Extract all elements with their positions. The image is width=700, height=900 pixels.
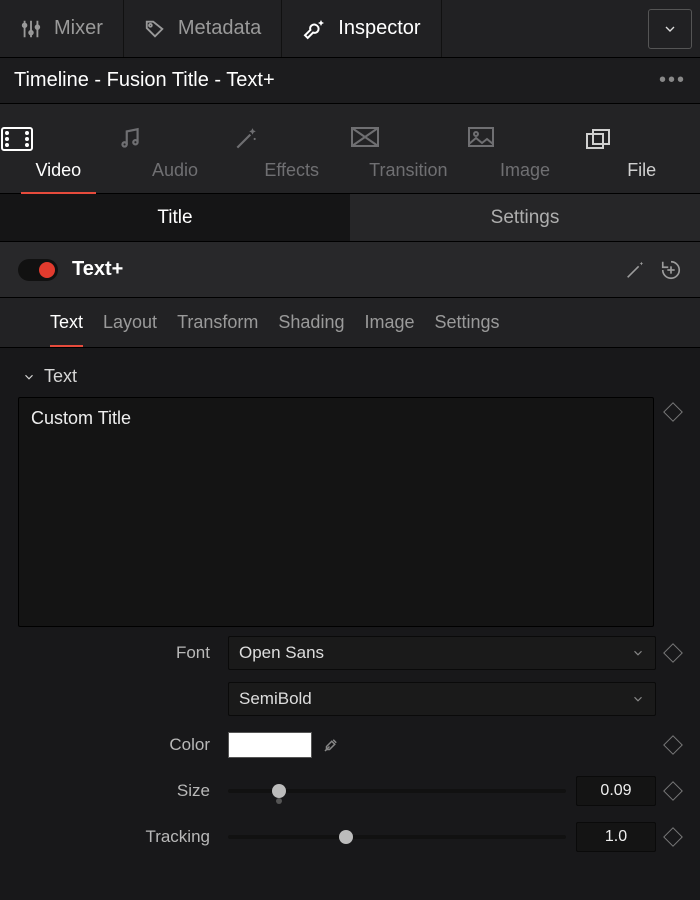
- tracking-label: Tracking: [18, 827, 228, 847]
- subtab-title[interactable]: Title: [0, 194, 350, 241]
- media-tab-image-label: Image: [500, 160, 550, 180]
- chevron-down-icon: [631, 646, 645, 660]
- color-swatch[interactable]: [228, 732, 312, 758]
- tracking-slider[interactable]: [228, 835, 566, 839]
- chevron-down-icon: [22, 370, 36, 384]
- media-tab-audio[interactable]: Audio: [117, 126, 234, 193]
- size-label: Size: [18, 781, 228, 801]
- font-family-dropdown[interactable]: Open Sans: [228, 636, 656, 670]
- transition-icon: [350, 126, 467, 152]
- effect-enable-toggle[interactable]: [18, 259, 58, 281]
- media-tab-transition-label: Transition: [369, 160, 447, 180]
- keyframe-text[interactable]: [663, 402, 683, 422]
- font-label: Font: [18, 643, 228, 663]
- size-value-input[interactable]: [576, 776, 656, 806]
- magic-wand-icon[interactable]: [624, 259, 646, 281]
- text-content-input[interactable]: [18, 397, 654, 627]
- chevron-down-icon: [662, 21, 678, 37]
- eyedropper-icon[interactable]: [322, 736, 340, 754]
- media-tab-file[interactable]: File: [583, 126, 700, 193]
- size-slider[interactable]: [228, 789, 566, 793]
- media-tab-file-label: File: [627, 160, 656, 180]
- more-options-button[interactable]: •••: [659, 69, 686, 92]
- image-icon: [467, 126, 584, 152]
- text-section-header[interactable]: Text: [18, 360, 682, 397]
- keyframe-font[interactable]: [663, 643, 683, 663]
- subtab-settings[interactable]: Settings: [350, 194, 700, 241]
- clip-title: Timeline - Fusion Title - Text+: [14, 69, 275, 92]
- tag-icon: [144, 18, 166, 40]
- video-icon: [0, 126, 117, 152]
- effect-name: Text+: [72, 258, 123, 281]
- media-tab-video[interactable]: Video: [0, 126, 117, 193]
- metadata-label: Metadata: [178, 17, 261, 40]
- media-tab-video-label: Video: [35, 160, 81, 180]
- prop-tab-image[interactable]: Image: [364, 312, 414, 347]
- inspector-label: Inspector: [338, 17, 420, 40]
- effects-icon: [233, 126, 350, 152]
- chevron-down-icon: [631, 692, 645, 706]
- keyframe-size[interactable]: [663, 781, 683, 801]
- media-tab-effects-label: Effects: [264, 160, 319, 180]
- prop-tab-settings[interactable]: Settings: [435, 312, 500, 347]
- metadata-tab[interactable]: Metadata: [124, 0, 282, 57]
- prop-tab-text[interactable]: Text: [50, 312, 83, 347]
- media-tab-audio-label: Audio: [152, 160, 198, 180]
- mixer-icon: [20, 18, 42, 40]
- media-tab-transition[interactable]: Transition: [350, 126, 467, 193]
- audio-icon: [117, 126, 234, 152]
- reset-icon[interactable]: [660, 259, 682, 281]
- mixer-label: Mixer: [54, 17, 103, 40]
- color-label: Color: [18, 735, 228, 755]
- inspector-tab[interactable]: Inspector: [282, 0, 441, 57]
- keyframe-tracking[interactable]: [663, 827, 683, 847]
- prop-tab-shading[interactable]: Shading: [278, 312, 344, 347]
- prop-tab-transform[interactable]: Transform: [177, 312, 258, 347]
- media-tab-image[interactable]: Image: [467, 126, 584, 193]
- media-tab-effects[interactable]: Effects: [233, 126, 350, 193]
- wrench-sparkle-icon: [302, 17, 326, 41]
- topbar-dropdown-button[interactable]: [648, 9, 692, 49]
- keyframe-color[interactable]: [663, 735, 683, 755]
- file-icon: [583, 126, 700, 152]
- prop-tab-layout[interactable]: Layout: [103, 312, 157, 347]
- font-weight-dropdown[interactable]: SemiBold: [228, 682, 656, 716]
- mixer-tab[interactable]: Mixer: [0, 0, 124, 57]
- tracking-value-input[interactable]: [576, 822, 656, 852]
